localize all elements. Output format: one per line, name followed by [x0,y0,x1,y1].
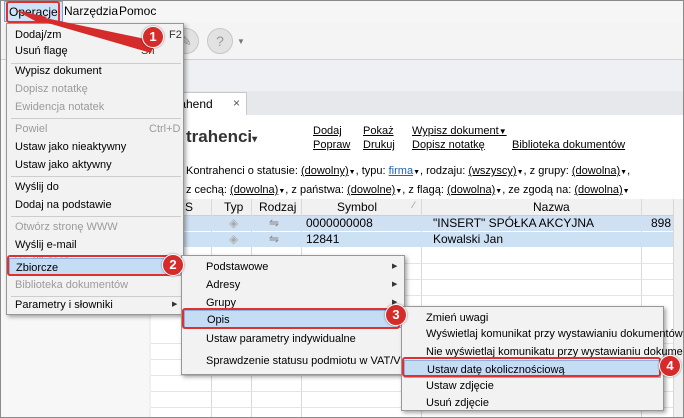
callout-arrow-icon [15,10,155,53]
step-badge-2: 2 [162,254,184,276]
step-badge-4: 4 [659,355,681,377]
step-badge-1: 1 [142,26,164,48]
step-badge-3: 3 [385,304,407,326]
app-window: Operacje Narzędzia Pomoc ✎ ? ▼ trahend ×… [0,0,684,418]
